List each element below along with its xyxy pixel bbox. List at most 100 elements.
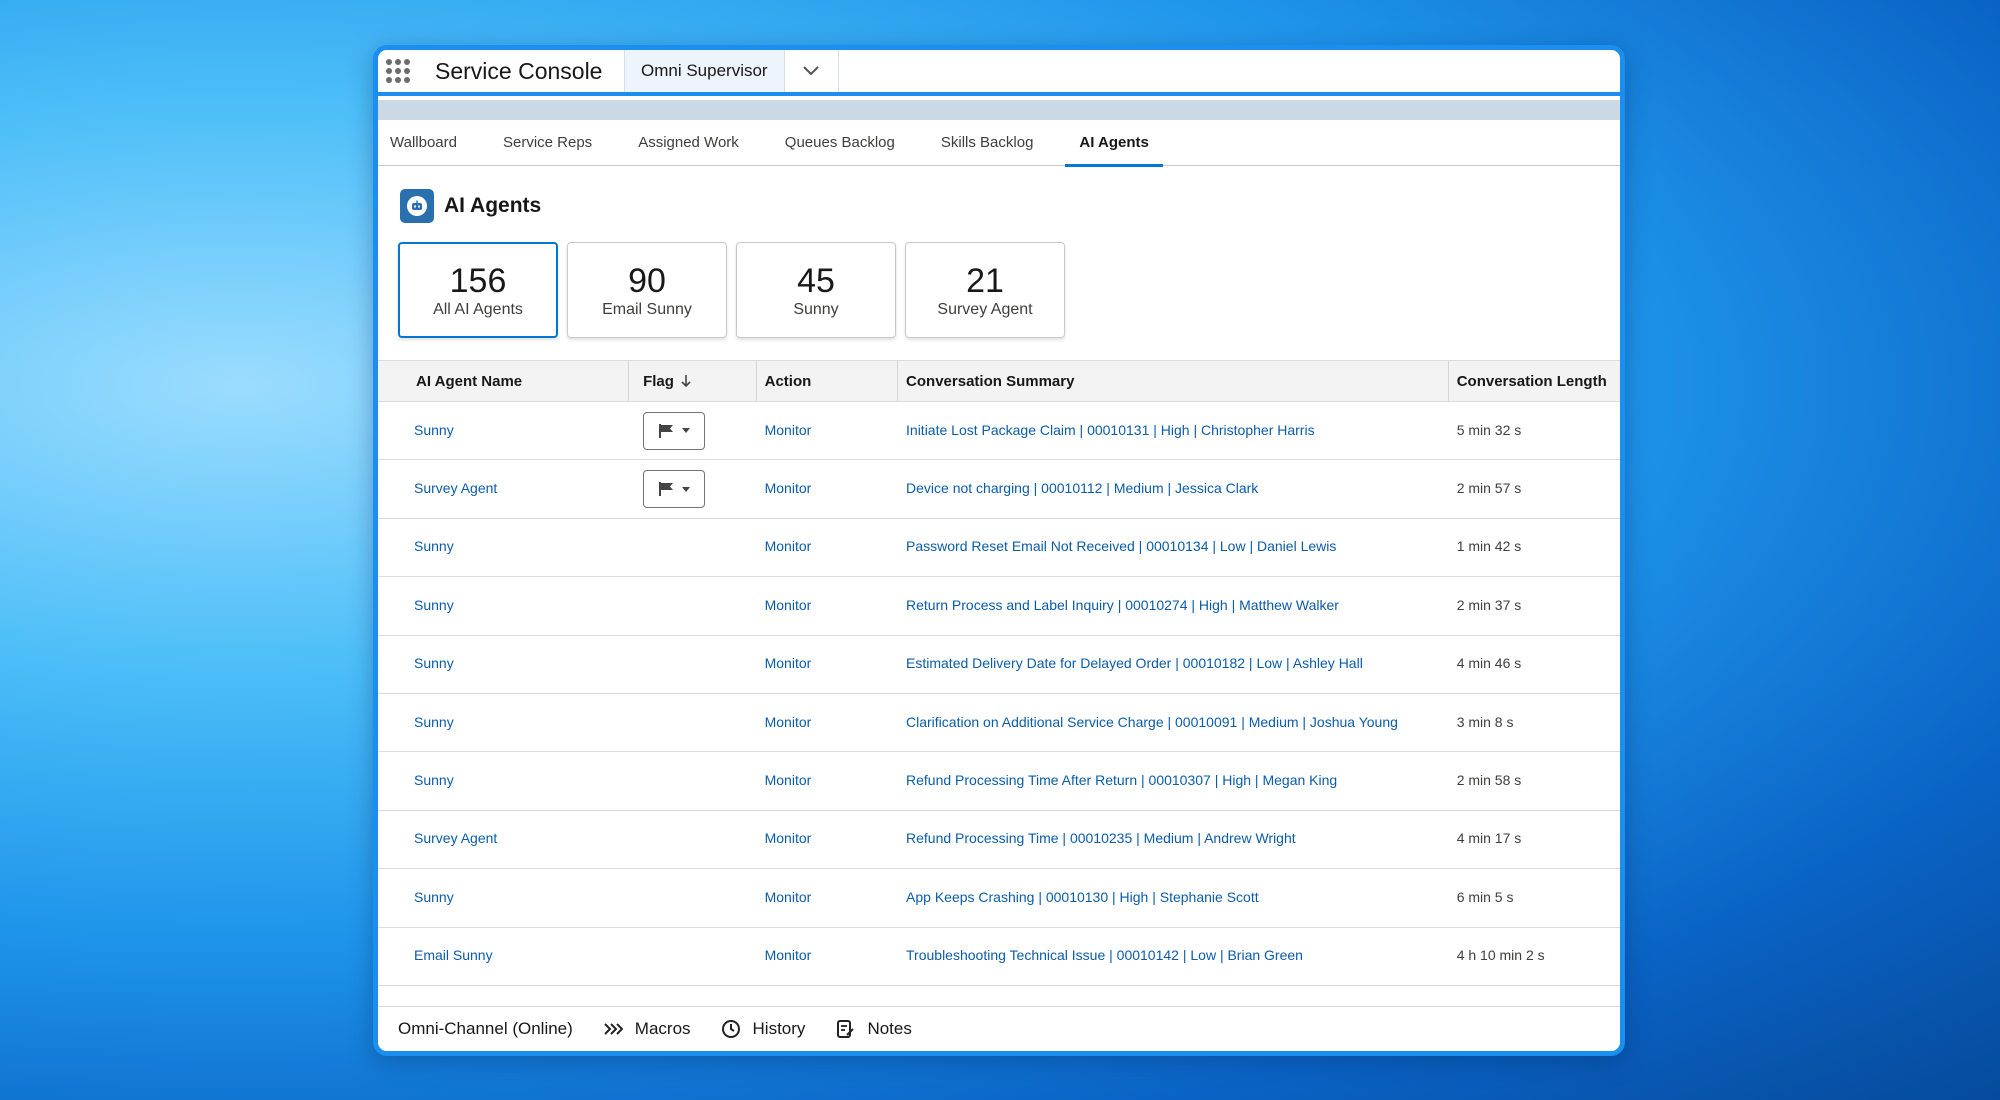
conversation-length-value: 3 min 8 s bbox=[1456, 713, 1514, 730]
ai-agents-table: AI Agent Name Flag Action Conversation S… bbox=[378, 360, 1620, 986]
agent-name-link[interactable]: Sunny bbox=[414, 538, 454, 554]
utility-bar: Omni-Channel (Online) Macros History Not… bbox=[378, 1006, 1620, 1051]
card-sunny[interactable]: 45 Sunny bbox=[736, 242, 896, 338]
card-email-sunny[interactable]: 90 Email Sunny bbox=[567, 242, 727, 338]
conversation-summary-link[interactable]: Initiate Lost Package Claim | 00010131 |… bbox=[906, 422, 1315, 438]
cell-conversation-length: 3 min 8 s bbox=[1449, 714, 1620, 732]
utility-notes[interactable]: Notes bbox=[835, 1019, 912, 1039]
conversation-summary-link[interactable]: Clarification on Additional Service Char… bbox=[906, 714, 1398, 730]
table-body: Sunny Monitor Initiate Lost Package Claim … bbox=[378, 402, 1620, 986]
conversation-length-value: 2 min 57 s bbox=[1456, 480, 1522, 497]
cell-conversation-summary: Troubleshooting Technical Issue | 000101… bbox=[898, 947, 1449, 965]
cell-flag bbox=[629, 411, 757, 450]
cell-agent-name: Sunny bbox=[378, 538, 629, 556]
flag-menu-button[interactable] bbox=[643, 470, 706, 509]
agent-name-link[interactable]: Survey Agent bbox=[414, 830, 497, 846]
conversation-length-value: 4 h 10 min 2 s bbox=[1456, 947, 1545, 964]
chevron-down-icon bbox=[803, 66, 819, 76]
cell-conversation-length: 2 min 37 s bbox=[1449, 597, 1620, 615]
monitor-link[interactable]: Monitor bbox=[765, 538, 812, 554]
column-header-length[interactable]: Conversation Length bbox=[1449, 361, 1620, 401]
agent-name-link[interactable]: Sunny bbox=[414, 597, 454, 613]
column-header-action[interactable]: Action bbox=[757, 361, 899, 401]
ai-agent-icon bbox=[400, 189, 434, 223]
cell-agent-name: Survey Agent bbox=[378, 830, 629, 848]
cell-conversation-summary: Device not charging | 00010112 | Medium … bbox=[898, 480, 1449, 498]
page-header: AI Agents bbox=[400, 189, 541, 223]
app-launcher-icon bbox=[386, 59, 410, 83]
header-divider-strip bbox=[378, 100, 1620, 120]
agent-name-link[interactable]: Sunny bbox=[414, 655, 454, 671]
utility-omni-channel[interactable]: Omni-Channel (Online) bbox=[398, 1019, 573, 1039]
flag-icon bbox=[659, 482, 674, 497]
table-row: Survey Agent Monitor Device not charging |… bbox=[378, 460, 1620, 519]
cell-action: Monitor bbox=[757, 714, 898, 732]
tab-queues-backlog[interactable]: Queues Backlog bbox=[785, 120, 895, 166]
cell-conversation-summary: Refund Processing Time | 00010235 | Medi… bbox=[898, 830, 1449, 848]
column-header-flag-label: Flag bbox=[643, 372, 674, 390]
conversation-summary-link[interactable]: Password Reset Email Not Received | 0001… bbox=[906, 538, 1336, 554]
monitor-link[interactable]: Monitor bbox=[765, 772, 812, 788]
service-console-window: Service Console Omni Supervisor Wallboar… bbox=[373, 45, 1625, 1056]
tab-skills-backlog[interactable]: Skills Backlog bbox=[941, 120, 1034, 166]
column-header-flag[interactable]: Flag bbox=[629, 361, 757, 401]
table-row: Email Sunny Monitor Troubleshooting Techni… bbox=[378, 928, 1620, 986]
conversation-length-value: 2 min 37 s bbox=[1456, 596, 1522, 613]
column-header-summary[interactable]: Conversation Summary bbox=[898, 361, 1449, 401]
card-count: 156 bbox=[449, 261, 507, 300]
utility-history[interactable]: History bbox=[721, 1019, 805, 1039]
nav-menu-dropdown-button[interactable] bbox=[785, 50, 839, 92]
agent-name-link[interactable]: Sunny bbox=[414, 714, 454, 730]
card-count: 90 bbox=[628, 261, 666, 300]
conversation-summary-link[interactable]: Estimated Delivery Date for Delayed Orde… bbox=[906, 655, 1363, 671]
conversation-summary-link[interactable]: App Keeps Crashing | 00010130 | High | S… bbox=[906, 889, 1259, 905]
monitor-link[interactable]: Monitor bbox=[765, 889, 812, 905]
monitor-link[interactable]: Monitor bbox=[765, 830, 812, 846]
flag-menu-button[interactable] bbox=[643, 411, 706, 450]
tab-service-reps[interactable]: Service Reps bbox=[503, 120, 592, 166]
monitor-link[interactable]: Monitor bbox=[765, 947, 812, 963]
cell-action: Monitor bbox=[757, 538, 898, 556]
cell-conversation-length: 4 min 17 s bbox=[1449, 830, 1620, 848]
agent-name-link[interactable]: Sunny bbox=[414, 889, 454, 905]
conversation-summary-link[interactable]: Device not charging | 00010112 | Medium … bbox=[906, 480, 1258, 496]
monitor-link[interactable]: Monitor bbox=[765, 422, 812, 438]
conversation-summary-link[interactable]: Return Process and Label Inquiry | 00010… bbox=[906, 597, 1339, 613]
agent-name-link[interactable]: Sunny bbox=[414, 772, 454, 788]
monitor-link[interactable]: Monitor bbox=[765, 714, 812, 730]
cell-agent-name: Survey Agent bbox=[378, 480, 629, 498]
cell-action: Monitor bbox=[757, 772, 898, 790]
cell-conversation-length: 1 min 42 s bbox=[1449, 538, 1620, 556]
tab-ai-agents[interactable]: AI Agents bbox=[1065, 120, 1164, 167]
cell-agent-name: Sunny bbox=[378, 422, 629, 440]
tab-assigned-work[interactable]: Assigned Work bbox=[638, 120, 739, 166]
supervisor-subtabs: Wallboard Service Reps Assigned Work Que… bbox=[378, 120, 1620, 167]
monitor-link[interactable]: Monitor bbox=[765, 480, 812, 496]
card-all-ai-agents[interactable]: 156 All AI Agents bbox=[398, 242, 558, 338]
conversation-summary-link[interactable]: Refund Processing Time After Return | 00… bbox=[906, 772, 1337, 788]
conversation-summary-link[interactable]: Troubleshooting Technical Issue | 000101… bbox=[906, 947, 1303, 963]
card-label: All AI Agents bbox=[433, 300, 523, 318]
nav-tab-omni-supervisor[interactable]: Omni Supervisor bbox=[624, 50, 785, 92]
cell-agent-name: Sunny bbox=[378, 655, 629, 673]
agent-name-link[interactable]: Survey Agent bbox=[414, 480, 497, 496]
chevron-down-icon bbox=[682, 486, 691, 492]
cell-conversation-length: 4 min 46 s bbox=[1449, 655, 1620, 673]
table-row: Sunny Monitor Password Reset Email Not Rec… bbox=[378, 519, 1620, 578]
card-survey-agent[interactable]: 21 Survey Agent bbox=[905, 242, 1065, 338]
table-header-row: AI Agent Name Flag Action Conversation S… bbox=[378, 360, 1620, 402]
app-launcher-button[interactable] bbox=[378, 50, 418, 92]
column-header-agent-name[interactable]: AI Agent Name bbox=[378, 361, 630, 401]
agent-name-link[interactable]: Email Sunny bbox=[414, 947, 493, 963]
cell-conversation-summary: Return Process and Label Inquiry | 00010… bbox=[898, 597, 1449, 615]
monitor-link[interactable]: Monitor bbox=[765, 597, 812, 613]
tab-wallboard[interactable]: Wallboard bbox=[390, 120, 457, 166]
conversation-summary-link[interactable]: Refund Processing Time | 00010235 | Medi… bbox=[906, 830, 1296, 846]
utility-label: Notes bbox=[867, 1019, 912, 1038]
utility-macros[interactable]: Macros bbox=[603, 1019, 691, 1039]
table-row: Sunny Monitor Refund Processing Time After… bbox=[378, 752, 1620, 811]
card-label: Survey Agent bbox=[937, 300, 1033, 318]
table-row: Sunny Monitor Estimated Delivery Date for … bbox=[378, 636, 1620, 694]
monitor-link[interactable]: Monitor bbox=[765, 655, 812, 671]
agent-name-link[interactable]: Sunny bbox=[414, 422, 454, 438]
